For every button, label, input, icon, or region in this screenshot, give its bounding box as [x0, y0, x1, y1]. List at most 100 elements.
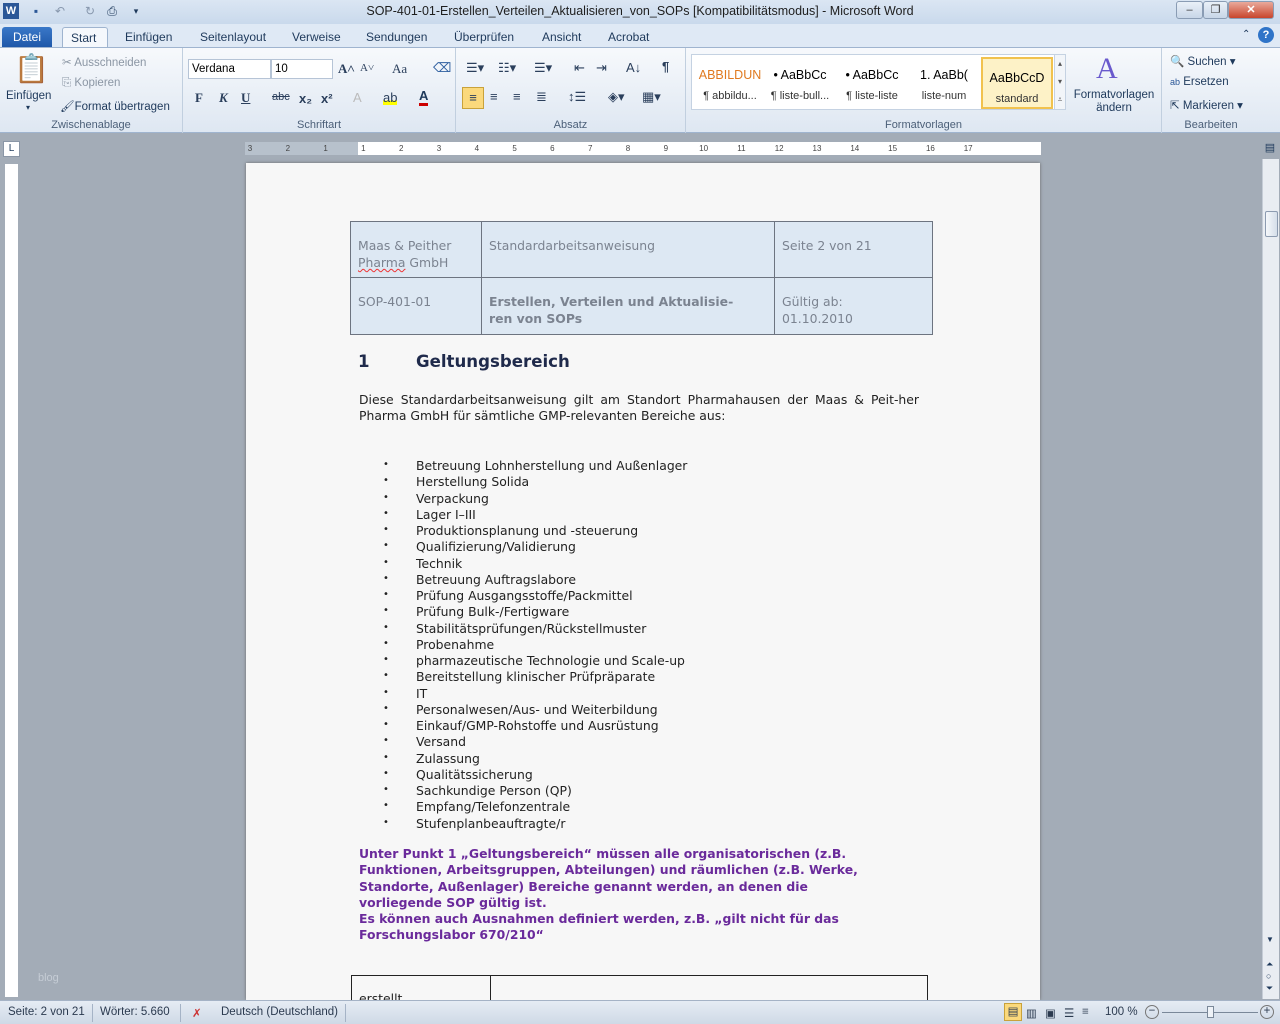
format-painter-button[interactable]: 🖌Format übertragen	[60, 99, 170, 113]
ruler-mark: 9	[663, 144, 669, 153]
find-button[interactable]: 🔍 Suchen ▾	[1170, 54, 1236, 68]
numbering-icon[interactable]: ☷▾	[498, 60, 516, 76]
grow-font-icon[interactable]: A˄	[338, 61, 355, 77]
multilevel-list-icon[interactable]: ☰▾	[534, 60, 552, 76]
style-preview: • AaBbCc	[845, 68, 899, 82]
align-right-icon[interactable]: ≡	[513, 89, 521, 104]
next-page-icon[interactable]: ⏷	[1266, 983, 1273, 994]
change-styles-icon[interactable]: A	[1096, 52, 1118, 86]
list-item: Sachkundige Person (QP)	[416, 783, 572, 798]
outline-icon[interactable]: ☰	[1064, 1006, 1074, 1020]
zoom-in-button[interactable]: +	[1260, 1005, 1274, 1019]
zoom-level[interactable]: 100 %	[1105, 1006, 1138, 1018]
bold-button[interactable]: F	[195, 90, 203, 106]
underline-button[interactable]: U	[241, 90, 250, 106]
justify-icon[interactable]: ≣	[536, 89, 547, 105]
help-icon[interactable]: ?	[1258, 27, 1274, 43]
document-page[interactable]: Maas & Peither Pharma GmbH Standardarbei…	[246, 163, 1040, 1000]
align-center-icon[interactable]: ≡	[490, 89, 498, 104]
zoom-out-button[interactable]: −	[1145, 1005, 1159, 1019]
zoom-slider-thumb[interactable]	[1207, 1006, 1214, 1018]
shading-icon[interactable]: ◈▾	[608, 89, 625, 105]
show-formatting-button[interactable]: ¶	[662, 59, 669, 74]
tab-einfuegen[interactable]: Einfügen	[117, 27, 180, 48]
company-cell: Maas & Peither Pharma GmbH	[350, 221, 482, 278]
font-name-select[interactable]: Verdana	[188, 59, 271, 79]
strikethrough-button[interactable]: abc	[272, 91, 290, 103]
tab-verweise[interactable]: Verweise	[284, 27, 349, 48]
list-item: Stufenplanbeauftragte/r	[416, 815, 566, 831]
paste-button[interactable]: Einfügen	[6, 90, 51, 102]
style-name: ¶ liste-bull...	[770, 90, 830, 102]
tab-ansicht[interactable]: Ansicht	[534, 27, 589, 48]
paste-icon[interactable]: 📋	[14, 52, 49, 85]
increase-indent-icon[interactable]: ⇥	[596, 60, 607, 76]
tab-sendungen[interactable]: Sendungen	[358, 27, 435, 48]
note-line: Unter Punkt 1 „Geltungsbereich“ müssen a…	[359, 846, 847, 861]
tab-datei[interactable]: Datei	[2, 27, 52, 48]
clear-formatting-icon[interactable]: ⌫	[433, 60, 451, 76]
bullet-icon: •	[383, 767, 389, 779]
print-layout-icon[interactable]: ▤	[1004, 1003, 1022, 1021]
style-liste-num[interactable]: 1. AaBb(liste-num	[908, 56, 980, 106]
style-abbildung[interactable]: ABBILDUN ¶ abbildu...	[694, 56, 766, 106]
tab-selector[interactable]: L	[3, 141, 20, 157]
list-item: pharmazeutische Technologie und Scale-up	[416, 653, 685, 668]
list-item: IT	[416, 685, 428, 701]
scrollbar-thumb[interactable]	[1265, 211, 1278, 237]
font-color-icon[interactable]: A	[419, 89, 429, 106]
horizontal-ruler[interactable]: 3 2 1 1 2 3 4 5 6 7 8 9 10 11 12 13 14 15 16 17	[244, 141, 1042, 156]
decrease-indent-icon[interactable]: ⇤	[574, 60, 585, 76]
select-button[interactable]: ⇱ Markieren ▾	[1170, 98, 1243, 112]
paste-dropdown-icon[interactable]: ▾	[26, 103, 30, 112]
change-styles-button[interactable]: Formatvorlagen ändern	[1073, 89, 1155, 115]
shrink-font-icon[interactable]: A˅	[360, 62, 374, 74]
web-layout-icon[interactable]: ▣	[1045, 1006, 1056, 1020]
align-left-icon[interactable]: ≡	[462, 87, 484, 109]
vertical-scrollbar[interactable]: ▼ ⏶ ○ ⏷	[1262, 159, 1279, 999]
subscript-button[interactable]: x₂	[299, 91, 312, 106]
style-standard[interactable]: AaBbCcD standard	[981, 57, 1053, 109]
proofing-icon[interactable]: ✗	[192, 1006, 202, 1020]
word-count[interactable]: Wörter: 5.660	[100, 1006, 170, 1018]
cut-button[interactable]: ✂ Ausschneiden	[62, 55, 146, 69]
style-liste-liste[interactable]: • AaBbCc ¶ liste-liste	[836, 56, 908, 106]
tab-acrobat[interactable]: Acrobat	[600, 27, 657, 48]
tab-seitenlayout[interactable]: Seitenlayout	[192, 27, 274, 48]
draft-icon[interactable]: ≡	[1082, 1006, 1089, 1018]
vertical-ruler[interactable]	[4, 163, 19, 998]
style-name: ¶ liste-liste	[846, 90, 898, 102]
tab-start[interactable]: Start	[62, 27, 108, 48]
italic-button[interactable]: K	[219, 90, 228, 106]
close-button[interactable]: ✕	[1228, 1, 1274, 19]
highlight-icon[interactable]: ab	[383, 90, 398, 105]
style-liste-bullet[interactable]: • AaBbCc ¶ liste-bull...	[764, 56, 836, 106]
bullets-icon[interactable]: ☰▾	[466, 60, 484, 76]
bullet-icon: •	[383, 800, 389, 812]
line-spacing-icon[interactable]: ↕☰	[568, 89, 586, 105]
minimize-button[interactable]: –	[1176, 1, 1203, 19]
page-count[interactable]: Seite: 2 von 21	[8, 1006, 85, 1018]
group-font: Verdana 10 A˄ A˅ Aa ⌫ F K U abc x₂ x² A …	[183, 48, 456, 133]
style-preview: AaBbCcD	[989, 71, 1045, 85]
minimize-ribbon-icon[interactable]: ⌃	[1242, 29, 1250, 40]
view-ruler-icon[interactable]: ▤	[1262, 141, 1278, 157]
borders-icon[interactable]: ▦▾	[642, 89, 661, 105]
copy-button[interactable]: ⎘ Kopieren	[62, 77, 120, 90]
superscript-button[interactable]: x²	[321, 91, 333, 106]
tab-ueberpruefen[interactable]: Überprüfen	[446, 27, 522, 48]
divider	[92, 1004, 93, 1022]
replace-button[interactable]: ab Ersetzen	[1170, 76, 1229, 88]
change-case-button[interactable]: Aa	[392, 61, 407, 77]
sort-icon[interactable]: A↓	[626, 60, 641, 75]
prev-page-icon[interactable]: ⏶	[1266, 959, 1273, 970]
text-effects-icon[interactable]: A	[353, 90, 362, 105]
full-screen-icon[interactable]: ▥	[1026, 1006, 1037, 1020]
language[interactable]: Deutsch (Deutschland)	[221, 1006, 338, 1018]
maximize-button[interactable]: ❐	[1203, 1, 1228, 19]
browse-object-icon[interactable]: ○	[1266, 971, 1271, 981]
list-item: Prüfung Bulk-/Fertigware	[416, 604, 570, 620]
font-size-select[interactable]: 10	[271, 59, 333, 79]
styles-scroll[interactable]: ▴ ▾ ⩡	[1054, 54, 1066, 110]
scroll-down-icon[interactable]: ▼	[1266, 935, 1274, 944]
